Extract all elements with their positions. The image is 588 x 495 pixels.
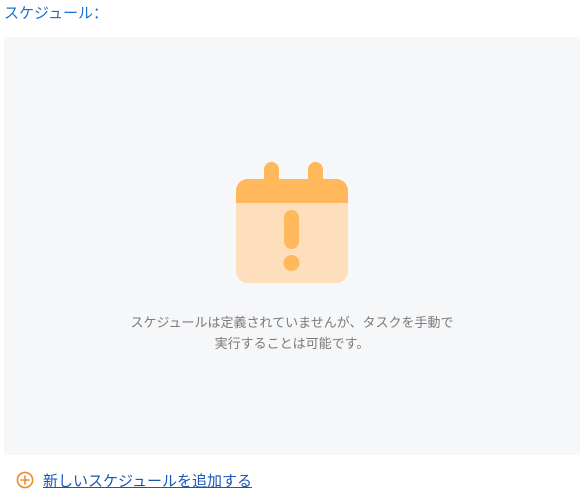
section-title: スケジュール： [4, 4, 108, 22]
add-schedule-link[interactable]: 新しいスケジュールを追加する [43, 470, 252, 491]
schedule-section: スケジュール： スケジュールは定義されていませんが、タスクを手動で 実行すること… [0, 0, 588, 495]
calendar-warning-icon [236, 162, 348, 283]
empty-state-line-1: スケジュールは定義されていませんが、タスクを手動で [130, 316, 454, 331]
empty-state-message: スケジュールは定義されていませんが、タスクを手動で 実行することは可能です。 [4, 313, 580, 355]
empty-schedule-panel: スケジュールは定義されていませんが、タスクを手動で 実行することは可能です。 [4, 37, 580, 455]
plus-circle-icon[interactable] [16, 471, 34, 489]
empty-state-line-2: 実行することは可能です。 [214, 337, 370, 352]
add-schedule-row[interactable]: 新しいスケジュールを追加する [16, 468, 252, 492]
